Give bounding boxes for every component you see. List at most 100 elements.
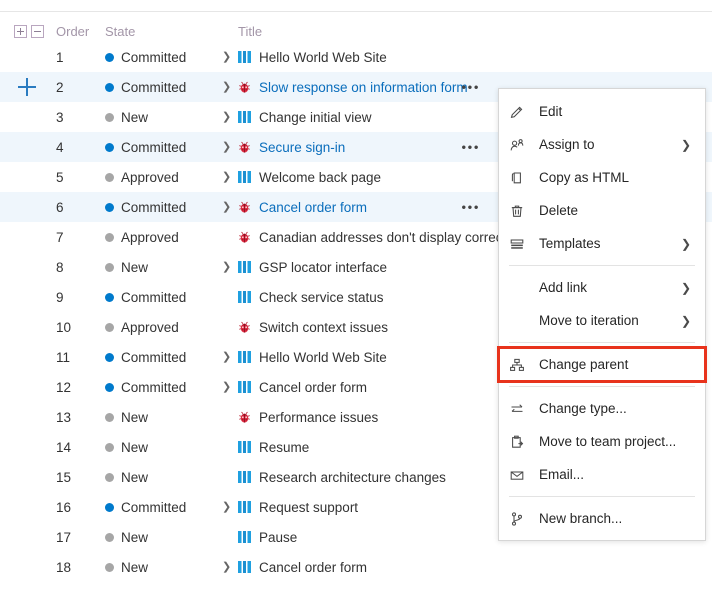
- menu-item-label: Templates: [539, 236, 601, 251]
- work-item-title[interactable]: GSP locator interface: [259, 260, 387, 275]
- cell-order: 9: [56, 289, 64, 305]
- backlog-item-icon: [237, 110, 253, 124]
- work-item-title[interactable]: Slow response on information form: [259, 80, 468, 95]
- row-expand-chevron-icon[interactable]: ❯: [222, 141, 235, 153]
- backlog-item-icon: [237, 260, 253, 274]
- column-header-state[interactable]: State: [105, 24, 222, 39]
- menu-item-label: Email...: [539, 467, 585, 482]
- menu-item-move-to-team-project[interactable]: Move to team project...: [499, 425, 705, 458]
- row-expand-chevron-icon[interactable]: ❯: [222, 51, 235, 63]
- column-header-order[interactable]: Order: [56, 24, 105, 39]
- menu-item-new-branch[interactable]: New branch...: [499, 502, 705, 535]
- state-label: New: [121, 439, 149, 455]
- add-child-plus-icon[interactable]: [18, 78, 36, 96]
- menu-item-label: Copy as HTML: [539, 170, 630, 185]
- work-item-title[interactable]: Change initial view: [259, 110, 372, 125]
- state-label: Committed: [121, 139, 187, 155]
- row-expand-chevron-icon[interactable]: ❯: [222, 561, 235, 573]
- work-item-title[interactable]: Performance issues: [259, 410, 378, 425]
- envelope-icon: [509, 467, 531, 483]
- submenu-chevron-icon: ❯: [680, 137, 691, 152]
- state-label: New: [121, 109, 149, 125]
- expand-all-icon[interactable]: [14, 24, 27, 38]
- state-label: New: [121, 529, 149, 545]
- backlog-item-icon: [237, 350, 253, 364]
- cell-state: New: [105, 560, 222, 575]
- state-label: Approved: [121, 229, 179, 245]
- cell-order: 7: [56, 229, 64, 245]
- work-item-title[interactable]: Canadian addresses don't display correct…: [259, 230, 516, 245]
- row-more-actions-button[interactable]: •••: [462, 201, 480, 214]
- menu-item-change-parent[interactable]: Change parent: [497, 346, 707, 383]
- cell-state: Committed: [105, 380, 222, 395]
- backlog-item-icon: [237, 500, 253, 514]
- menu-item-label: New branch...: [539, 511, 623, 526]
- work-item-title[interactable]: Hello World Web Site: [259, 350, 387, 365]
- status-dot-icon: [105, 532, 114, 542]
- row-expand-chevron-icon[interactable]: ❯: [222, 171, 235, 183]
- work-item-title[interactable]: Research architecture changes: [259, 470, 446, 485]
- row-more-actions-button[interactable]: •••: [462, 81, 480, 94]
- status-dot-icon: [105, 262, 114, 272]
- table-row[interactable]: 1 Committed ❯ Hello World Web Site: [0, 42, 712, 72]
- work-item-title[interactable]: Switch context issues: [259, 320, 388, 335]
- menu-item-label: Change parent: [539, 357, 629, 372]
- collapse-all-icon[interactable]: [31, 24, 44, 38]
- table-row[interactable]: 18 New ❯ Cancel order form: [0, 552, 712, 582]
- work-item-title[interactable]: Cancel order form: [259, 380, 367, 395]
- state-label: New: [121, 469, 149, 485]
- bug-icon: [237, 410, 253, 424]
- row-expand-chevron-icon[interactable]: ❯: [222, 501, 235, 513]
- work-item-title[interactable]: Cancel order form: [259, 200, 367, 215]
- state-label: Committed: [121, 199, 187, 215]
- row-expand-chevron-icon[interactable]: ❯: [222, 261, 235, 273]
- menu-item-email[interactable]: Email...: [499, 458, 705, 491]
- cell-state: Committed: [105, 200, 222, 215]
- cell-state: New: [105, 470, 222, 485]
- work-item-title[interactable]: Welcome back page: [259, 170, 381, 185]
- state-label: Committed: [121, 49, 187, 65]
- work-item-title[interactable]: Check service status: [259, 290, 384, 305]
- row-expand-chevron-icon[interactable]: ❯: [222, 201, 235, 213]
- cell-state: Committed: [105, 500, 222, 515]
- menu-item-edit[interactable]: Edit: [499, 95, 705, 128]
- bug-glyph: [239, 201, 250, 213]
- menu-item-change-type[interactable]: Change type...: [499, 392, 705, 425]
- row-expand-chevron-icon[interactable]: ❯: [222, 381, 235, 393]
- cell-order: 6: [56, 199, 64, 215]
- menu-separator: [509, 386, 695, 387]
- menu-item-delete[interactable]: Delete: [499, 194, 705, 227]
- work-item-title[interactable]: Secure sign-in: [259, 140, 345, 155]
- cell-order: 3: [56, 109, 64, 125]
- state-label: Committed: [121, 499, 187, 515]
- cell-state: New: [105, 110, 222, 125]
- column-header-title[interactable]: Title: [222, 24, 712, 39]
- row-expand-chevron-icon[interactable]: ❯: [222, 111, 235, 123]
- cell-state: New: [105, 530, 222, 545]
- menu-item-templates[interactable]: Templates ❯: [499, 227, 705, 260]
- cell-order: 18: [56, 559, 72, 575]
- row-expand-chevron-icon[interactable]: ❯: [222, 351, 235, 363]
- work-item-title[interactable]: Request support: [259, 500, 358, 515]
- menu-item-move-to-iteration[interactable]: Move to iteration ❯: [499, 304, 705, 337]
- state-label: New: [121, 259, 149, 275]
- cell-state: Approved: [105, 230, 222, 245]
- cell-order: 16: [56, 499, 72, 515]
- row-more-actions-button[interactable]: •••: [462, 141, 480, 154]
- work-item-title[interactable]: Pause: [259, 530, 297, 545]
- backlog-item-icon: [237, 290, 253, 304]
- row-expand-chevron-icon[interactable]: ❯: [222, 81, 235, 93]
- cell-state: Committed: [105, 80, 222, 95]
- work-item-title[interactable]: Cancel order form: [259, 560, 367, 575]
- work-item-title[interactable]: Hello World Web Site: [259, 50, 387, 65]
- work-item-title[interactable]: Resume: [259, 440, 309, 455]
- submenu-chevron-icon: ❯: [680, 280, 691, 295]
- status-dot-icon: [105, 442, 114, 452]
- cell-order: 2: [56, 79, 64, 95]
- submenu-chevron-icon: ❯: [680, 236, 691, 251]
- menu-item-assign-to[interactable]: Assign to ❯: [499, 128, 705, 161]
- menu-item-copy-as-html[interactable]: Copy as HTML: [499, 161, 705, 194]
- menu-item-add-link[interactable]: Add link ❯: [499, 271, 705, 304]
- status-dot-icon: [105, 472, 114, 482]
- cell-order: 1: [56, 49, 64, 65]
